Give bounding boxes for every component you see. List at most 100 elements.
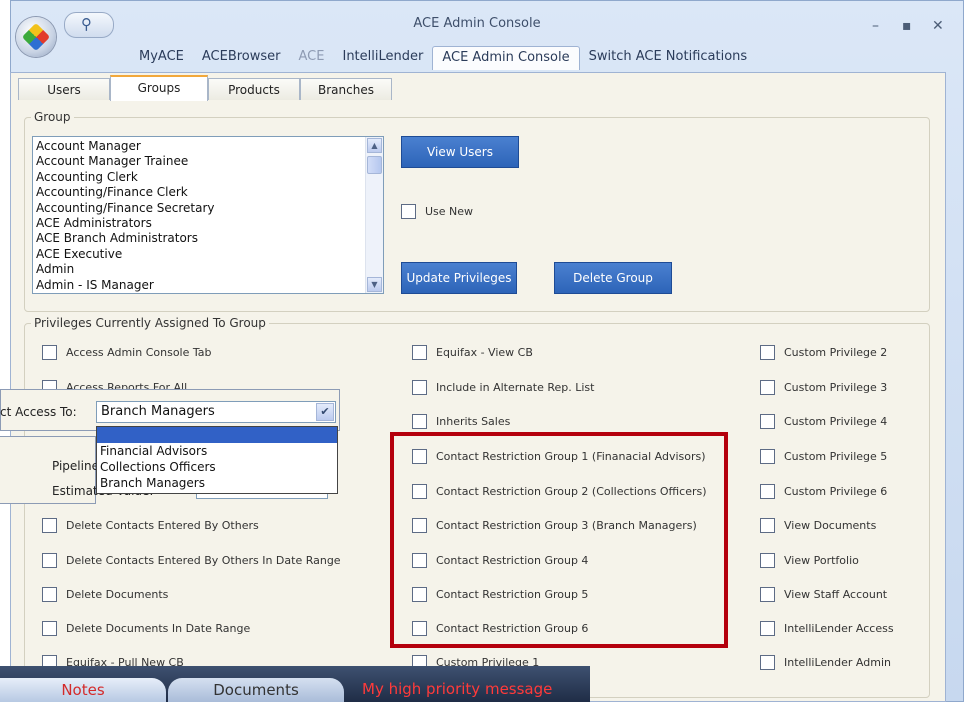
checkbox-box[interactable] (42, 518, 57, 533)
use-new-label: Use New (425, 205, 474, 218)
app-logo-icon (21, 22, 51, 52)
restrict-access-select[interactable]: Branch Managers (96, 401, 336, 423)
group-list-item[interactable]: Account Manager (36, 139, 383, 154)
privilege-label: View Documents (784, 519, 877, 532)
tab-users[interactable]: Users (18, 78, 110, 100)
privilege-label: Access Admin Console Tab (66, 346, 212, 359)
checkbox-box[interactable] (760, 621, 775, 636)
group-list-item[interactable]: Admin (36, 262, 383, 277)
highlight-frame (390, 432, 728, 648)
privilege-checkbox[interactable]: Delete Contacts Entered By Others In Dat… (42, 553, 341, 568)
privilege-checkbox[interactable]: Custom Privilege 4 (760, 414, 887, 429)
checkbox-box[interactable] (760, 449, 775, 464)
privilege-label: Inherits Sales (436, 415, 511, 428)
scroll-thumb[interactable] (367, 156, 382, 174)
quick-search-button[interactable]: ⚲ (64, 12, 114, 38)
view-users-button[interactable]: View Users (401, 136, 519, 168)
checkbox-box[interactable] (401, 204, 416, 219)
dropdown-option[interactable]: Financial Advisors (97, 443, 337, 459)
chevron-down-icon[interactable]: ✔ (316, 403, 334, 421)
group-list-scrollbar[interactable]: ▲ ▼ (365, 137, 383, 293)
privilege-label: Delete Documents In Date Range (66, 622, 251, 635)
privilege-label: Custom Privilege 2 (784, 346, 888, 359)
menu-ace-admin-console[interactable]: ACE Admin Console (432, 46, 580, 70)
privilege-checkbox[interactable]: Delete Contacts Entered By Others (42, 518, 259, 533)
search-icon: ⚲ (81, 15, 92, 33)
privilege-checkbox[interactable]: Custom Privilege 5 (760, 449, 887, 464)
privilege-checkbox[interactable]: View Staff Account (760, 587, 887, 602)
group-list-item[interactable]: Accounting/Finance Secretary (36, 201, 383, 216)
menu-myace[interactable]: MyACE (130, 46, 193, 70)
dropdown-option[interactable]: Collections Officers (97, 459, 337, 475)
minimize-button[interactable]: – (872, 18, 879, 34)
group-list-item[interactable]: ACE Branch Administrators (36, 231, 383, 246)
privilege-checkbox[interactable]: IntelliLender Access (760, 621, 894, 636)
group-list-item[interactable]: Accounting/Finance Clerk (36, 185, 383, 200)
maximize-button[interactable]: ▪ (902, 18, 912, 34)
checkbox-box[interactable] (42, 621, 57, 636)
restrict-access-label: ct Access To: (0, 405, 77, 419)
checkbox-box[interactable] (412, 414, 427, 429)
checkbox-box[interactable] (42, 553, 57, 568)
privilege-checkbox[interactable]: Include in Alternate Rep. List (412, 380, 594, 395)
checkbox-box[interactable] (760, 518, 775, 533)
menu-switch-notifications[interactable]: Switch ACE Notifications (580, 46, 757, 70)
privilege-checkbox[interactable]: Access Admin Console Tab (42, 345, 212, 360)
checkbox-box[interactable] (760, 553, 775, 568)
privilege-checkbox[interactable]: Equifax - View CB (412, 345, 533, 360)
tab-documents[interactable]: Documents (168, 678, 344, 702)
dropdown-option[interactable]: Branch Managers (97, 475, 337, 491)
privilege-checkbox[interactable]: Custom Privilege 6 (760, 484, 887, 499)
privilege-checkbox[interactable]: View Documents (760, 518, 876, 533)
privilege-checkbox[interactable]: Custom Privilege 3 (760, 380, 887, 395)
checkbox-box[interactable] (412, 380, 427, 395)
privilege-label: Custom Privilege 6 (784, 485, 888, 498)
privilege-label: Delete Contacts Entered By Others (66, 519, 259, 532)
checkbox-box[interactable] (760, 484, 775, 499)
window-title: ACE Admin Console (413, 16, 541, 31)
group-list-item[interactable]: Account Manager Trainee (36, 154, 383, 169)
menu-acebrowser[interactable]: ACEBrowser (193, 46, 290, 70)
privilege-checkbox[interactable]: View Portfolio (760, 553, 859, 568)
scroll-down-icon[interactable]: ▼ (367, 277, 382, 292)
checkbox-box[interactable] (42, 345, 57, 360)
checkbox-box[interactable] (760, 587, 775, 602)
privilege-label: Custom Privilege 3 (784, 381, 888, 394)
privilege-label: IntelliLender Access (784, 622, 894, 635)
privileges-legend: Privileges Currently Assigned To Group (34, 316, 266, 330)
close-button[interactable]: ✕ (932, 18, 944, 34)
privilege-checkbox[interactable]: Delete Documents (42, 587, 168, 602)
app-orb-button[interactable] (16, 17, 56, 57)
menu-intellilender[interactable]: IntelliLender (333, 46, 432, 70)
delete-group-button[interactable]: Delete Group (554, 262, 672, 294)
privilege-checkbox[interactable]: Custom Privilege 2 (760, 345, 887, 360)
group-list-item[interactable]: Admin - IS Manager (36, 278, 383, 293)
update-privileges-button[interactable]: Update Privileges (401, 262, 517, 294)
group-list-item[interactable]: ACE Executive (36, 247, 383, 262)
tab-notes[interactable]: Notes (0, 678, 166, 702)
dropdown-blank-option[interactable] (97, 427, 337, 443)
menu-ace[interactable]: ACE (290, 46, 334, 70)
privilege-label: Delete Documents (66, 588, 169, 601)
checkbox-box[interactable] (42, 587, 57, 602)
group-listbox[interactable]: Account Manager Account Manager Trainee … (32, 136, 384, 294)
tab-products[interactable]: Products (208, 78, 300, 100)
privilege-checkbox[interactable]: Inherits Sales (412, 414, 510, 429)
pipeline-label: Pipeline (52, 459, 99, 473)
checkbox-box[interactable] (760, 345, 775, 360)
restrict-access-options: Financial Advisors Collections Officers … (96, 426, 338, 494)
scroll-up-icon[interactable]: ▲ (367, 138, 382, 153)
checkbox-box[interactable] (412, 345, 427, 360)
group-list-item[interactable]: ACE Administrators (36, 216, 383, 231)
checkbox-box[interactable] (760, 380, 775, 395)
checkbox-box[interactable] (760, 414, 775, 429)
checkbox-box[interactable] (760, 655, 775, 670)
tab-branches[interactable]: Branches (300, 78, 392, 100)
privilege-checkbox[interactable]: IntelliLender Admin (760, 655, 891, 670)
ribbon-menu: MyACE ACEBrowser ACE IntelliLender ACE A… (130, 46, 756, 70)
group-list-item[interactable]: Accounting Clerk (36, 170, 383, 185)
privilege-label: Delete Contacts Entered By Others In Dat… (66, 554, 341, 567)
privilege-checkbox[interactable]: Delete Documents In Date Range (42, 621, 250, 636)
use-new-checkbox[interactable]: Use New (401, 204, 473, 219)
tab-groups[interactable]: Groups (110, 75, 208, 101)
